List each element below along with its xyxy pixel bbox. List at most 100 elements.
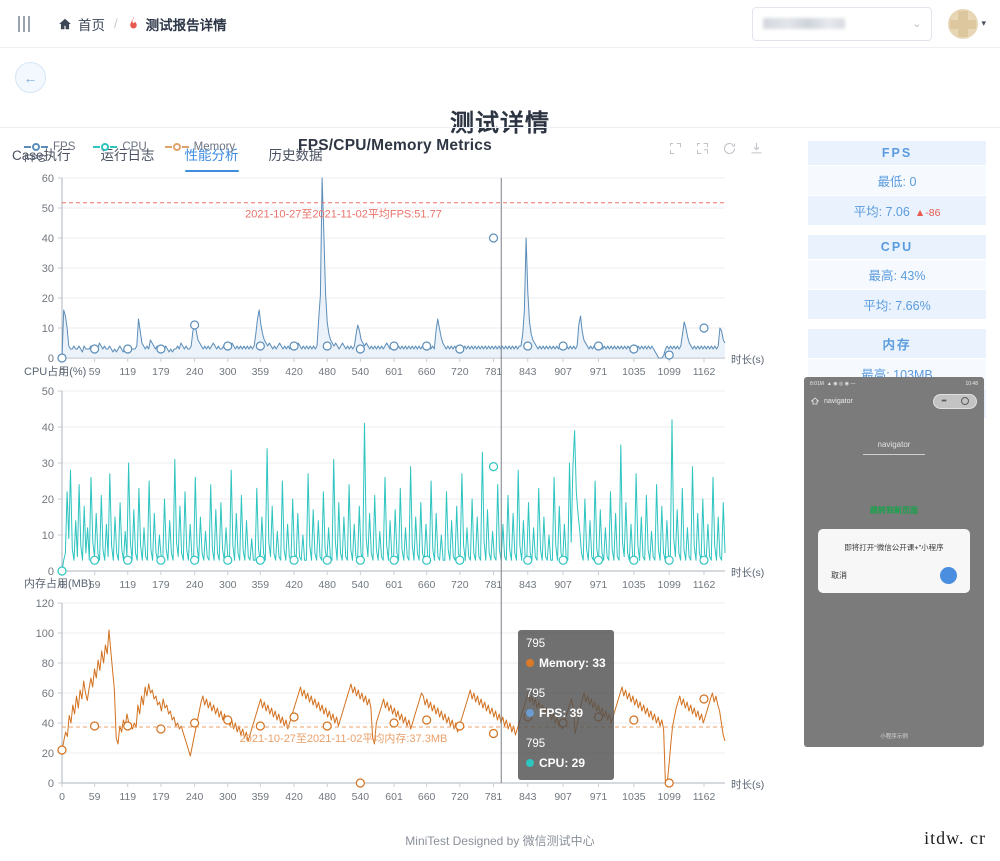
data-marker-fps[interactable]: [488, 233, 499, 243]
xtick-label-fps-420: 420: [285, 366, 303, 378]
data-marker-cpu[interactable]: [89, 555, 100, 565]
data-marker-cpu[interactable]: [322, 555, 332, 565]
xtick-label-cpu-359: 359: [252, 579, 270, 591]
metrics-plots[interactable]: FPS01020304050600 59 119 179 240 300 359 420 480…: [0, 133, 790, 823]
user-menu[interactable]: ▾: [948, 8, 986, 39]
data-marker-fps[interactable]: [190, 320, 200, 330]
device-screen-preview[interactable]: 8:01M ▲ ◉ ◎ ◉ — 10:48 navigator ••• navi…: [804, 377, 984, 747]
data-marker-fps[interactable]: [156, 344, 166, 354]
data-marker-fps[interactable]: [664, 350, 674, 360]
phone-home-icon[interactable]: [810, 392, 820, 410]
xtick-label-cpu-540: 540: [352, 579, 370, 591]
phone-status-left: 8:01M: [810, 380, 824, 387]
data-marker-memory[interactable]: [322, 721, 332, 731]
data-marker-cpu[interactable]: [488, 462, 499, 472]
data-marker-fps[interactable]: [422, 341, 432, 351]
data-marker-fps[interactable]: [523, 341, 533, 351]
data-marker-cpu[interactable]: [629, 555, 639, 565]
project-select[interactable]: ⌄: [752, 6, 933, 41]
data-marker-fps[interactable]: [355, 344, 365, 354]
data-marker-fps[interactable]: [593, 341, 604, 351]
ytick-label-memory-60: 60: [42, 688, 54, 700]
data-marker-fps[interactable]: [699, 323, 709, 333]
stat-row-fps-avg: 平均: 7.06 ▲-86: [808, 195, 986, 225]
data-marker-memory[interactable]: [255, 721, 265, 731]
data-marker-fps[interactable]: [289, 341, 299, 351]
data-marker-fps[interactable]: [57, 353, 67, 363]
breadcrumb-home[interactable]: 首页: [78, 14, 105, 34]
data-marker-memory[interactable]: [389, 718, 399, 728]
data-marker-fps[interactable]: [455, 344, 465, 354]
data-marker-cpu[interactable]: [389, 555, 399, 565]
data-marker-memory[interactable]: [190, 718, 200, 728]
hamburger-icon[interactable]: [18, 15, 30, 32]
data-marker-memory[interactable]: [156, 724, 166, 734]
data-marker-cpu[interactable]: [355, 555, 365, 565]
data-marker-cpu[interactable]: [422, 555, 432, 565]
avatar: [948, 8, 979, 39]
series-line-memory[interactable]: [61, 629, 726, 784]
x-unit-memory: 时长(s): [731, 779, 764, 791]
ytick-label-cpu-0: 0: [48, 566, 54, 578]
back-button[interactable]: ←: [15, 62, 46, 93]
xtick-label-fps-720: 720: [451, 366, 469, 378]
phone-capsule-button[interactable]: •••: [933, 393, 977, 409]
data-marker-memory[interactable]: [664, 778, 674, 788]
xtick-label-fps-240: 240: [186, 366, 204, 378]
data-marker-cpu[interactable]: [664, 555, 674, 565]
phone-status-time: 10:48: [965, 380, 978, 387]
data-marker-fps[interactable]: [255, 341, 265, 351]
data-marker-fps[interactable]: [322, 341, 332, 351]
chevron-down-icon: ⌄: [912, 18, 922, 30]
data-marker-memory[interactable]: [355, 778, 365, 788]
phone-dialog-confirm-button[interactable]: [940, 567, 957, 585]
header-right-group: ⌄ ▾: [752, 6, 986, 41]
phone-link-new-page[interactable]: 跳转到新页面: [804, 505, 984, 516]
data-marker-cpu[interactable]: [190, 555, 200, 565]
xtick-label-memory-179: 179: [152, 791, 170, 803]
data-marker-memory[interactable]: [488, 728, 499, 739]
data-marker-fps[interactable]: [629, 344, 639, 354]
series-line-cpu[interactable]: [61, 419, 726, 572]
data-marker-cpu[interactable]: [699, 555, 709, 565]
data-marker-cpu[interactable]: [156, 555, 166, 565]
data-marker-cpu[interactable]: [289, 555, 299, 565]
data-marker-fps[interactable]: [223, 341, 233, 351]
data-marker-cpu[interactable]: [558, 555, 568, 565]
data-marker-cpu[interactable]: [593, 555, 604, 565]
data-marker-fps[interactable]: [123, 344, 133, 354]
data-marker-memory[interactable]: [123, 721, 133, 731]
data-marker-memory[interactable]: [57, 745, 67, 755]
data-marker-memory[interactable]: [699, 694, 709, 704]
data-marker-memory[interactable]: [629, 715, 639, 725]
data-marker-cpu[interactable]: [255, 555, 265, 565]
data-marker-fps[interactable]: [389, 341, 399, 351]
stat-row-cpu-avg: 平均: 7.66%: [808, 289, 986, 319]
data-marker-cpu[interactable]: [223, 555, 233, 565]
stat-card-fps: FPS 最低: 0 平均: 7.06 ▲-86: [808, 141, 986, 225]
xtick-label-fps-480: 480: [318, 366, 336, 378]
data-marker-cpu[interactable]: [57, 566, 67, 576]
xtick-label-fps-359: 359: [252, 366, 270, 378]
xtick-label-cpu-480: 480: [318, 579, 336, 591]
tooltip-dot-fps: [526, 709, 534, 718]
xtick-label-fps-179: 179: [152, 366, 170, 378]
data-marker-memory[interactable]: [422, 715, 432, 725]
data-marker-fps[interactable]: [89, 344, 100, 354]
tab-divider: [0, 127, 1000, 128]
xtick-label-fps-660: 660: [418, 366, 436, 378]
phone-dialog-cancel-button[interactable]: 取消: [831, 570, 847, 581]
data-marker-cpu[interactable]: [123, 555, 133, 565]
data-marker-memory[interactable]: [455, 721, 465, 731]
stat-title-fps: FPS: [808, 141, 986, 165]
data-marker-memory[interactable]: [89, 721, 100, 731]
xtick-label-fps-1099: 1099: [658, 366, 682, 378]
xtick-label-cpu-660: 660: [418, 579, 436, 591]
xtick-label-fps-119: 119: [119, 366, 136, 378]
data-marker-memory[interactable]: [289, 712, 299, 722]
data-marker-fps[interactable]: [558, 341, 568, 351]
data-marker-cpu[interactable]: [523, 555, 533, 565]
data-marker-memory[interactable]: [223, 715, 233, 725]
stat-row-cpu-max: 最高: 43%: [808, 259, 986, 289]
data-marker-cpu[interactable]: [455, 555, 465, 565]
